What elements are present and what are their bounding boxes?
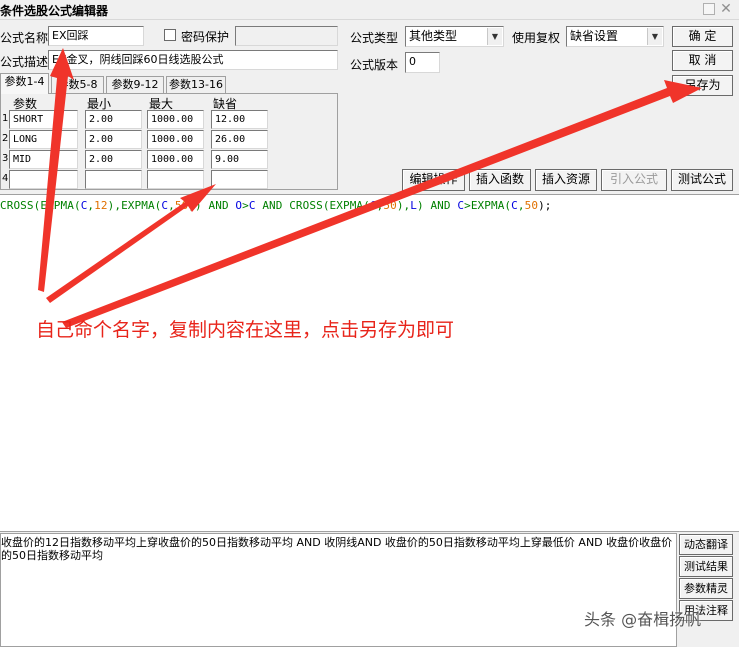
description-area[interactable]: 收盘价的12日指数移动平均上穿收盘价的50日指数移动平均 AND 收阴线AND … (0, 533, 677, 647)
description-text: 收盘价的12日指数移动平均上穿收盘价的50日指数移动平均 AND 收阴线AND … (1, 536, 673, 562)
arrow-to-save-as (62, 80, 702, 328)
param-wizard-button[interactable]: 参数精灵 (679, 578, 733, 599)
arrow-to-code (46, 184, 216, 303)
test-result-button[interactable]: 测试结果 (679, 556, 733, 577)
watermark: 头条 @奋楫扬帆 (584, 610, 702, 629)
tab-params-1-4[interactable]: 参数1-4 (0, 73, 49, 94)
dynamic-translate-button[interactable]: 动态翻译 (679, 534, 733, 555)
annotation-text: 自己命个名字，复制内容在这里，点击另存为即可 (36, 319, 455, 341)
